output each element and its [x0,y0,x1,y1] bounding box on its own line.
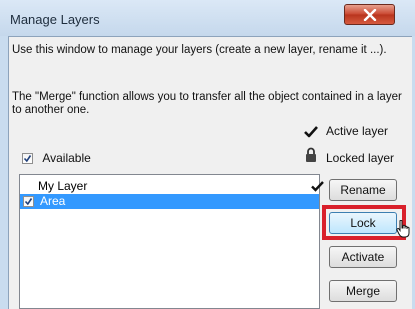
layer-name: Area [40,194,66,208]
available-label: Available [42,151,91,165]
legend-active-label: Active layer [326,124,389,138]
lock-button-highlight [322,205,406,240]
checkmark-icon [304,125,318,143]
rename-button[interactable]: Rename [329,179,397,201]
available-checkbox[interactable] [22,153,33,165]
hand-cursor-icon [396,219,410,243]
legend-locked-label: Locked layer [326,151,395,165]
available-filter[interactable]: Available [22,151,91,165]
layer-area-checkbox[interactable] [23,196,34,207]
window-title: Manage Layers [10,12,100,27]
title-bar[interactable]: Manage Layers [0,0,415,36]
merge-button[interactable]: Merge [329,280,397,302]
padlock-icon [305,147,317,168]
manage-layers-window: Manage Layers Use this window to manage … [0,0,415,309]
layer-list[interactable]: My Layer Area [19,174,324,309]
layer-row-my-layer[interactable]: My Layer [20,179,324,194]
layer-row-area[interactable]: Area [20,194,319,209]
layer-name: My Layer [38,179,88,193]
activate-button[interactable]: Activate [329,246,397,268]
description-usage: Use this window to manage your layers (c… [12,44,387,56]
close-button[interactable] [344,4,395,25]
description-merge: The "Merge" function allows you to trans… [12,91,402,116]
